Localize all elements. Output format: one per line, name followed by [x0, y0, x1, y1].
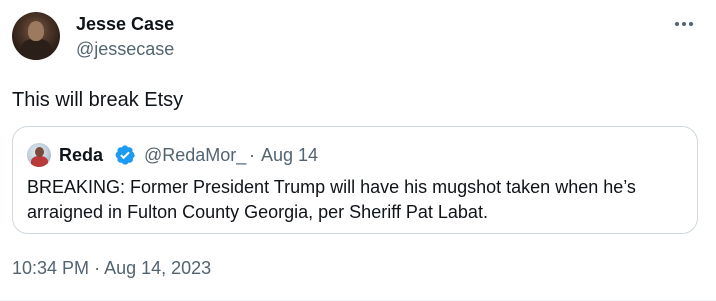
quoted-text: BREAKING: Former President Trump will ha…	[27, 177, 636, 222]
tweet-date: Aug 14, 2023	[104, 258, 212, 278]
quoted-author-name: Reda	[59, 145, 104, 165]
tweet-time: 10:34 PM	[12, 258, 90, 278]
avatar-body-shape	[20, 39, 52, 60]
quoted-avatar-face-shape	[35, 147, 44, 157]
author-avatar[interactable]	[12, 12, 60, 60]
tweet-card[interactable]: Jesse Case @jessecase This will break Et…	[0, 0, 716, 301]
author-name[interactable]: Jesse Case	[76, 13, 174, 35]
more-options-icon[interactable]	[672, 12, 696, 36]
avatar-face-shape	[28, 21, 44, 41]
tweet-timestamp[interactable]: 10:34 PM · Aug 14, 2023	[12, 257, 211, 279]
quoted-author-handle: @RedaMor_	[144, 145, 247, 165]
quoted-date: Aug 14	[261, 145, 319, 165]
quoted-author-avatar	[27, 143, 51, 167]
quoted-avatar-body-shape	[31, 156, 48, 167]
timestamp-separator: ·	[94, 258, 101, 278]
tweet-text: This will break Etsy	[12, 89, 184, 111]
quoted-tweet[interactable]: Reda @RedaMor_ · Aug 14 BREAKING: Former…	[12, 126, 698, 234]
author-handle[interactable]: @jessecase	[76, 38, 174, 60]
verified-badge-icon	[115, 145, 135, 165]
quoted-separator: ·	[249, 145, 255, 165]
